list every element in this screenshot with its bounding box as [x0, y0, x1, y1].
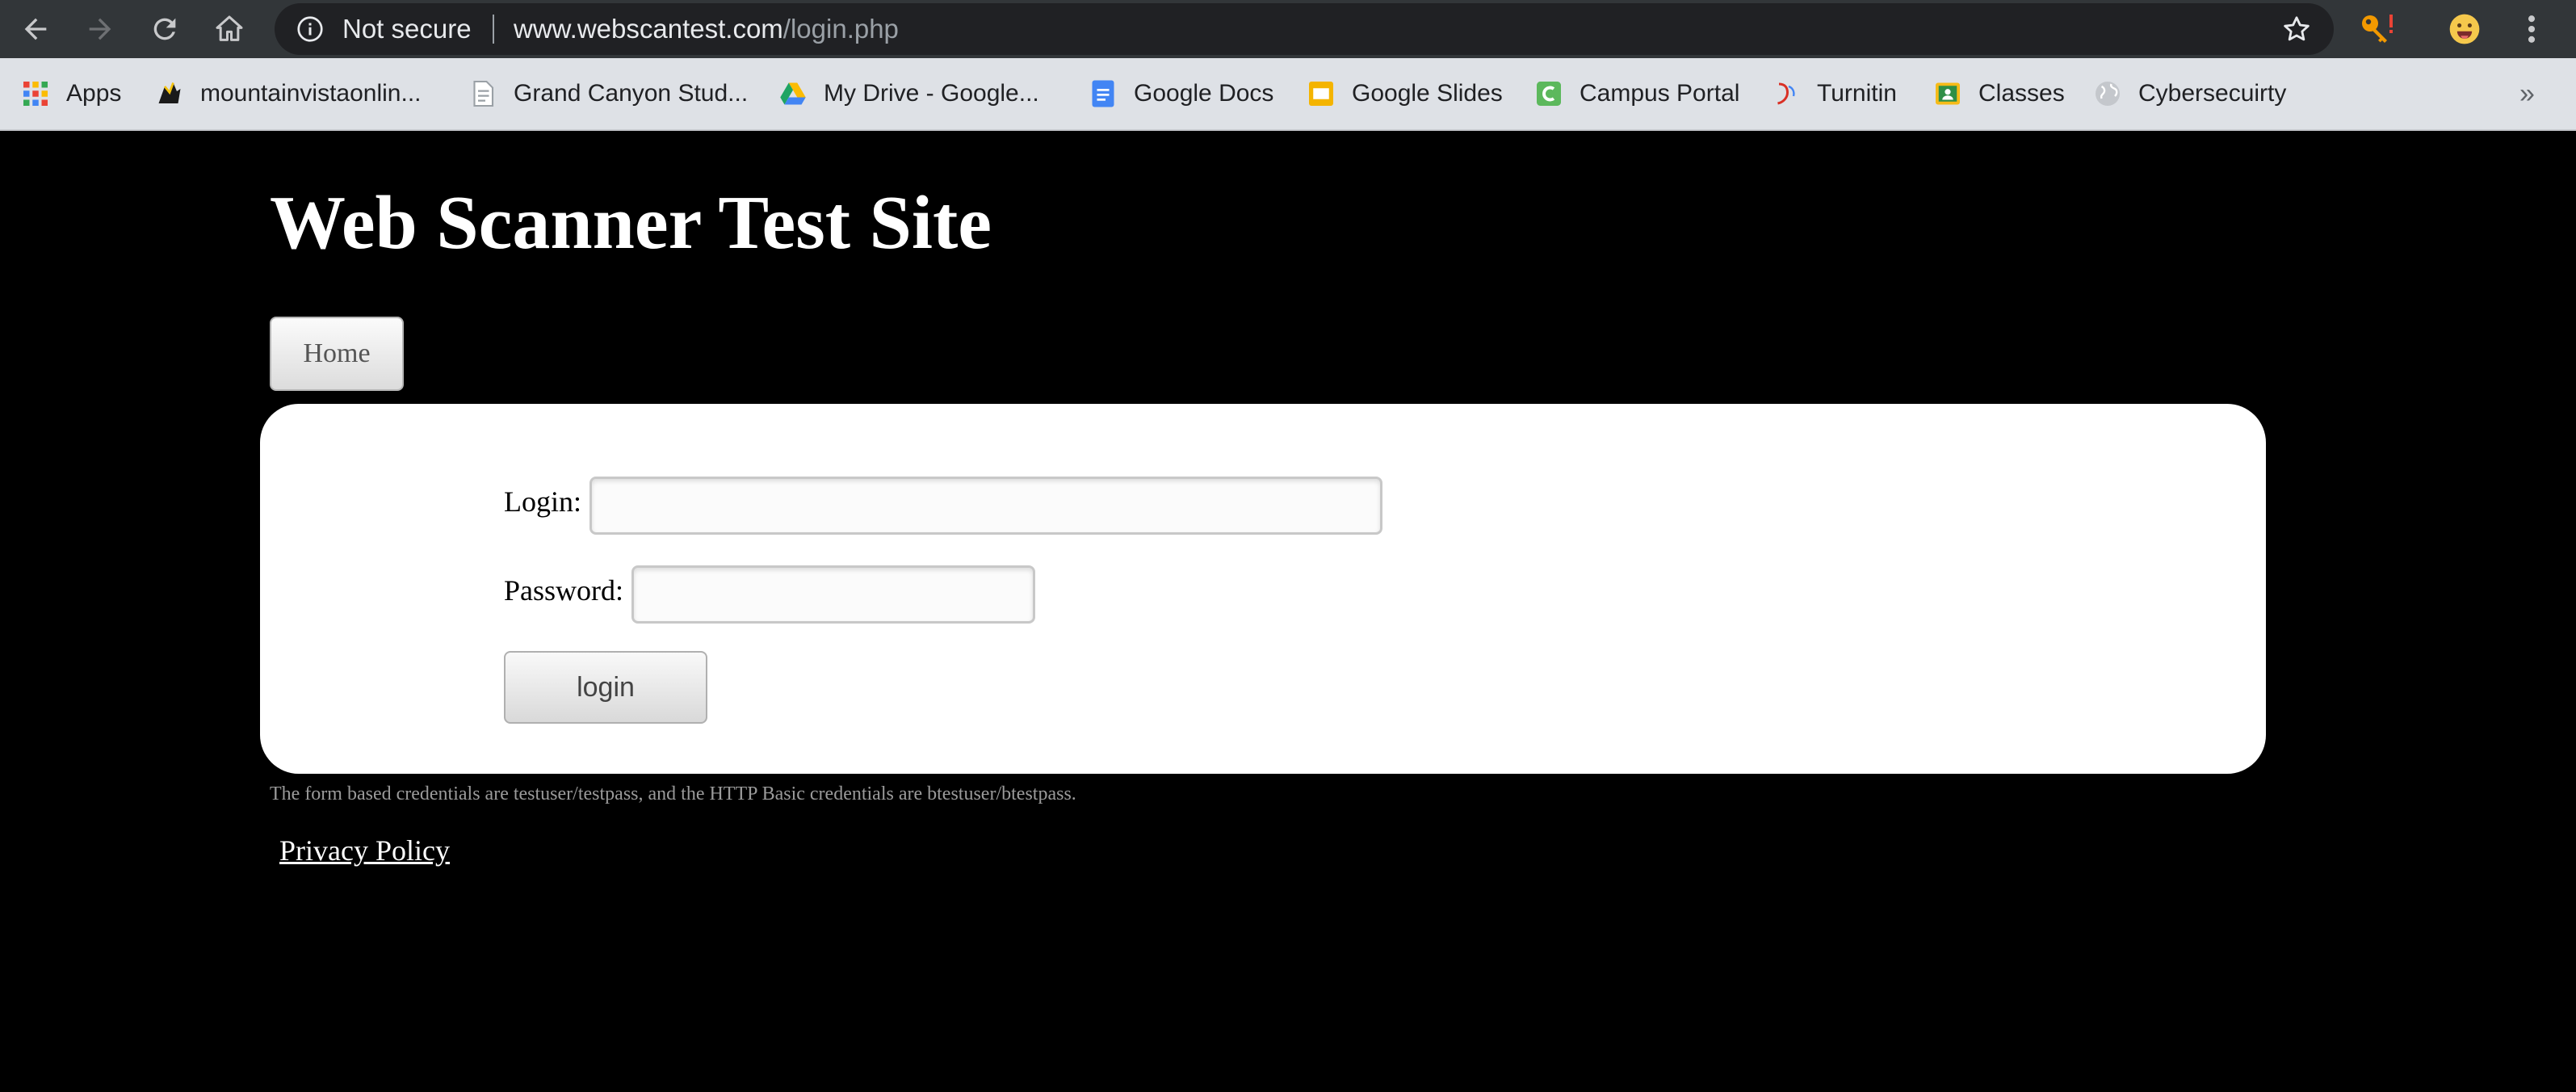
page-icon	[473, 80, 494, 107]
forward-icon	[89, 18, 111, 40]
bookmark-apps[interactable]: Apps	[21, 58, 121, 129]
menu-icon[interactable]	[2519, 11, 2544, 47]
back-button[interactable]	[15, 8, 57, 50]
docs-icon	[1092, 80, 1114, 107]
address-divider	[493, 15, 494, 44]
url-host: www.webscantest.com	[514, 14, 783, 44]
home-button[interactable]: Home	[270, 317, 404, 391]
bookmark-google-slides[interactable]: Google Slides	[1307, 58, 1503, 129]
bookmark-grand-canyon[interactable]: Grand Canyon Stud...	[468, 58, 748, 129]
slides-icon	[1309, 82, 1333, 106]
star-icon[interactable]	[2280, 13, 2313, 45]
campus-icon	[1537, 82, 1561, 106]
globe-icon	[2096, 82, 2120, 106]
url-path: /login.php	[782, 14, 899, 44]
bookmark-label: My Drive - Google...	[824, 80, 1039, 107]
bookmark-google-docs[interactable]: Google Docs	[1089, 58, 1273, 129]
browser-toolbar: Not secure www.webscantest.com/login.php	[0, 0, 2576, 58]
reload-icon	[153, 18, 176, 40]
forward-button[interactable]	[79, 8, 121, 50]
password-input[interactable]	[631, 565, 1035, 624]
apps-grid-icon	[23, 82, 48, 106]
bookmark-campus-portal[interactable]: Campus Portal	[1534, 58, 1739, 129]
login-input[interactable]	[589, 477, 1382, 535]
info-icon[interactable]	[296, 15, 325, 44]
classroom-icon	[1936, 82, 1960, 105]
home-icon	[216, 15, 243, 41]
bookmark-cybersecurity[interactable]: Cybersecuirty	[2093, 58, 2286, 129]
home-nav-button[interactable]	[208, 8, 250, 50]
page-content: Web Scanner Test Site Home Login: Passwo…	[0, 131, 2576, 1092]
bookmark-classes[interactable]: Classes	[1933, 58, 2065, 129]
bookmark-label: Apps	[66, 80, 122, 107]
login-panel: Login: Password: login	[260, 404, 2266, 774]
privacy-policy-link[interactable]: Privacy Policy	[279, 834, 450, 867]
bookmark-label: Classes	[1978, 80, 2065, 107]
site-title: Web Scanner Test Site	[270, 181, 992, 265]
security-label[interactable]: Not secure	[342, 3, 472, 55]
url-text[interactable]: www.webscantest.com/login.php	[514, 3, 899, 55]
bookmarks-overflow-icon[interactable]: »	[2519, 58, 2535, 129]
bookmark-label: Turnitin	[1817, 80, 1897, 107]
bookmark-label: Google Docs	[1134, 80, 1274, 107]
bookmark-mountainvista[interactable]: mountainvistaonlin...	[155, 58, 422, 129]
bookmark-label: Google Slides	[1352, 80, 1503, 107]
drive-icon	[780, 82, 806, 105]
bookmarks-bar: Apps mountainvistaonlin... Grand Canyon …	[0, 58, 2576, 131]
key-extension-icon[interactable]	[2358, 10, 2397, 48]
bookmark-label: Cybersecuirty	[2138, 80, 2287, 107]
password-label: Password:	[504, 574, 624, 607]
bookmark-label: Grand Canyon Stud...	[514, 80, 749, 107]
reload-button[interactable]	[144, 8, 186, 50]
login-submit-button[interactable]: login	[504, 651, 707, 724]
bookmark-label: mountainvistaonlin...	[200, 80, 422, 107]
back-icon	[24, 18, 47, 40]
bookmark-turnitin[interactable]: Turnitin	[1772, 58, 1897, 129]
turnitin-icon	[1777, 82, 1795, 105]
login-label: Login:	[504, 485, 581, 518]
emoji-extension-icon[interactable]	[2447, 11, 2482, 47]
bookmark-my-drive[interactable]: My Drive - Google...	[778, 58, 1039, 129]
credentials-note: The form based credentials are testuser/…	[270, 783, 1076, 804]
bookmark-label: Campus Portal	[1580, 80, 1740, 107]
address-bar[interactable]: Not secure www.webscantest.com/login.php	[275, 3, 2334, 55]
mascot-icon	[158, 82, 181, 103]
